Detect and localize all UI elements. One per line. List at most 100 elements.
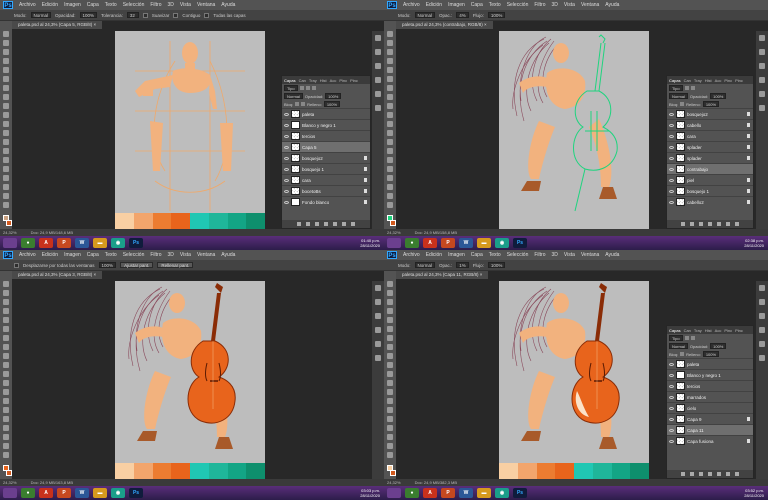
zoom-field[interactable]: 100%: [98, 262, 117, 268]
marquee-tool-icon[interactable]: [3, 40, 9, 46]
opacity-field[interactable]: 4%: [456, 12, 469, 18]
hand-tool-icon[interactable]: [387, 443, 393, 449]
healing-tool-icon[interactable]: [3, 85, 9, 91]
photoshop-icon[interactable]: Ps: [513, 238, 527, 248]
color-panel-icon[interactable]: [375, 35, 381, 41]
filter-adjust-icon[interactable]: [305, 86, 310, 90]
mask-icon[interactable]: [699, 472, 703, 476]
eye-icon[interactable]: [284, 156, 289, 160]
tab-capas[interactable]: Capas: [669, 78, 681, 83]
tab-canales[interactable]: Can: [684, 78, 691, 83]
adjustments-panel-icon[interactable]: [375, 313, 381, 319]
menu-vista[interactable]: Vista: [180, 252, 191, 258]
menu-texto[interactable]: Texto: [105, 252, 117, 258]
menu-texto[interactable]: Texto: [489, 2, 501, 8]
new-layer-icon[interactable]: [342, 222, 346, 226]
pdf-icon[interactable]: A: [423, 488, 437, 498]
eye-icon[interactable]: [669, 200, 674, 204]
menu-archivo[interactable]: Archivo: [19, 252, 36, 258]
menu-filtro[interactable]: Filtro: [534, 2, 545, 8]
tab-pinceles-2[interactable]: Pinc: [350, 78, 358, 83]
explorer-icon[interactable]: ▬: [93, 488, 107, 498]
eye-icon[interactable]: [284, 134, 289, 138]
menu-edicion[interactable]: Edición: [42, 2, 58, 8]
eye-icon[interactable]: [669, 428, 674, 432]
eyedropper-tool-icon[interactable]: [3, 76, 9, 82]
powerpoint-icon[interactable]: P: [441, 238, 455, 248]
layer-row[interactable]: tercios: [282, 130, 370, 141]
quick-select-tool-icon[interactable]: [3, 58, 9, 64]
move-tool-icon[interactable]: [3, 281, 9, 287]
background-color-swatch[interactable]: [5, 220, 12, 226]
flow-field[interactable]: 100%: [487, 262, 506, 268]
layer-row[interactable]: cara: [282, 174, 370, 185]
tab-trazados[interactable]: Tray: [694, 78, 702, 83]
eye-icon[interactable]: [669, 178, 674, 182]
menu-3d[interactable]: 3D: [168, 252, 174, 258]
menu-seleccion[interactable]: Selección: [123, 252, 145, 258]
stamp-tool-icon[interactable]: [387, 103, 393, 109]
color-panel-icon[interactable]: [759, 285, 765, 291]
eye-icon[interactable]: [284, 178, 289, 182]
type-tool-icon[interactable]: [3, 166, 9, 172]
blur-tool-icon[interactable]: [3, 389, 9, 395]
folder-icon[interactable]: [717, 472, 721, 476]
menu-seleccion[interactable]: Selección: [507, 2, 529, 8]
history-brush-tool-icon[interactable]: [387, 362, 393, 368]
eye-icon[interactable]: [669, 123, 674, 127]
bucket-tool-icon[interactable]: [387, 130, 393, 136]
path-select-tool-icon[interactable]: [3, 175, 9, 181]
mask-icon[interactable]: [699, 222, 703, 226]
adjustment-icon[interactable]: [324, 222, 328, 226]
adjustments-panel-icon[interactable]: [759, 63, 765, 69]
layer-row[interactable]: cara: [667, 130, 753, 141]
layer-row[interactable]: Blanco y negro 1: [282, 119, 370, 130]
brush-tool-icon[interactable]: [387, 94, 393, 100]
tab-canales[interactable]: Can: [684, 328, 691, 333]
kind-filter-select[interactable]: Tipo: [669, 335, 683, 341]
tab-pinceles[interactable]: Pinc: [724, 78, 732, 83]
start-icon[interactable]: [387, 238, 401, 248]
brush-panel-icon[interactable]: [375, 91, 381, 97]
menu-filtro[interactable]: Filtro: [150, 252, 161, 258]
swatches-panel-icon[interactable]: [759, 49, 765, 55]
menu-edicion[interactable]: Edición: [426, 2, 442, 8]
menu-ayuda[interactable]: Ayuda: [605, 2, 619, 8]
history-brush-tool-icon[interactable]: [3, 362, 9, 368]
blend-mode-select[interactable]: Normal: [669, 343, 688, 349]
layer-row-selected[interactable]: Capa 5: [282, 141, 370, 152]
eye-icon[interactable]: [284, 200, 289, 204]
trash-icon[interactable]: [351, 222, 355, 226]
clock[interactable]: 01:40 p.m. 28/11/2020: [360, 238, 380, 248]
document-tab[interactable]: paleta.psd al 24,3% (Capa 3, RGB/8) ×: [12, 271, 103, 279]
fx-icon[interactable]: [690, 222, 694, 226]
menu-texto[interactable]: Texto: [105, 2, 117, 8]
eye-icon[interactable]: [284, 123, 289, 127]
quick-select-tool-icon[interactable]: [387, 58, 393, 64]
tab-pinceles-2[interactable]: Pinc: [735, 78, 743, 83]
mode-select[interactable]: Normal: [414, 12, 436, 18]
chrome-icon[interactable]: ●: [405, 238, 419, 248]
quick-select-tool-icon[interactable]: [3, 308, 9, 314]
word-icon[interactable]: W: [75, 488, 89, 498]
menu-seleccion[interactable]: Selección: [123, 2, 145, 8]
path-select-tool-icon[interactable]: [3, 425, 9, 431]
layer-row[interactable]: piel: [667, 174, 753, 185]
word-icon[interactable]: W: [459, 238, 473, 248]
shape-tool-icon[interactable]: [3, 184, 9, 190]
dodge-tool-icon[interactable]: [387, 148, 393, 154]
menu-vista[interactable]: Vista: [564, 252, 575, 258]
eyedropper-tool-icon[interactable]: [387, 76, 393, 82]
opacity-field[interactable]: 100%: [710, 343, 727, 349]
blend-mode-select[interactable]: Normal: [284, 93, 303, 99]
camera-icon[interactable]: ◉: [495, 238, 509, 248]
mask-icon[interactable]: [315, 222, 319, 226]
pdf-icon[interactable]: A: [39, 488, 53, 498]
eraser-tool-icon[interactable]: [387, 121, 393, 127]
menu-3d[interactable]: 3D: [168, 2, 174, 8]
explorer-icon[interactable]: ▬: [477, 238, 491, 248]
menu-ayuda[interactable]: Ayuda: [221, 252, 235, 258]
swatches-panel-icon[interactable]: [375, 299, 381, 305]
eye-icon[interactable]: [284, 145, 289, 149]
adjustments-panel-icon[interactable]: [375, 63, 381, 69]
